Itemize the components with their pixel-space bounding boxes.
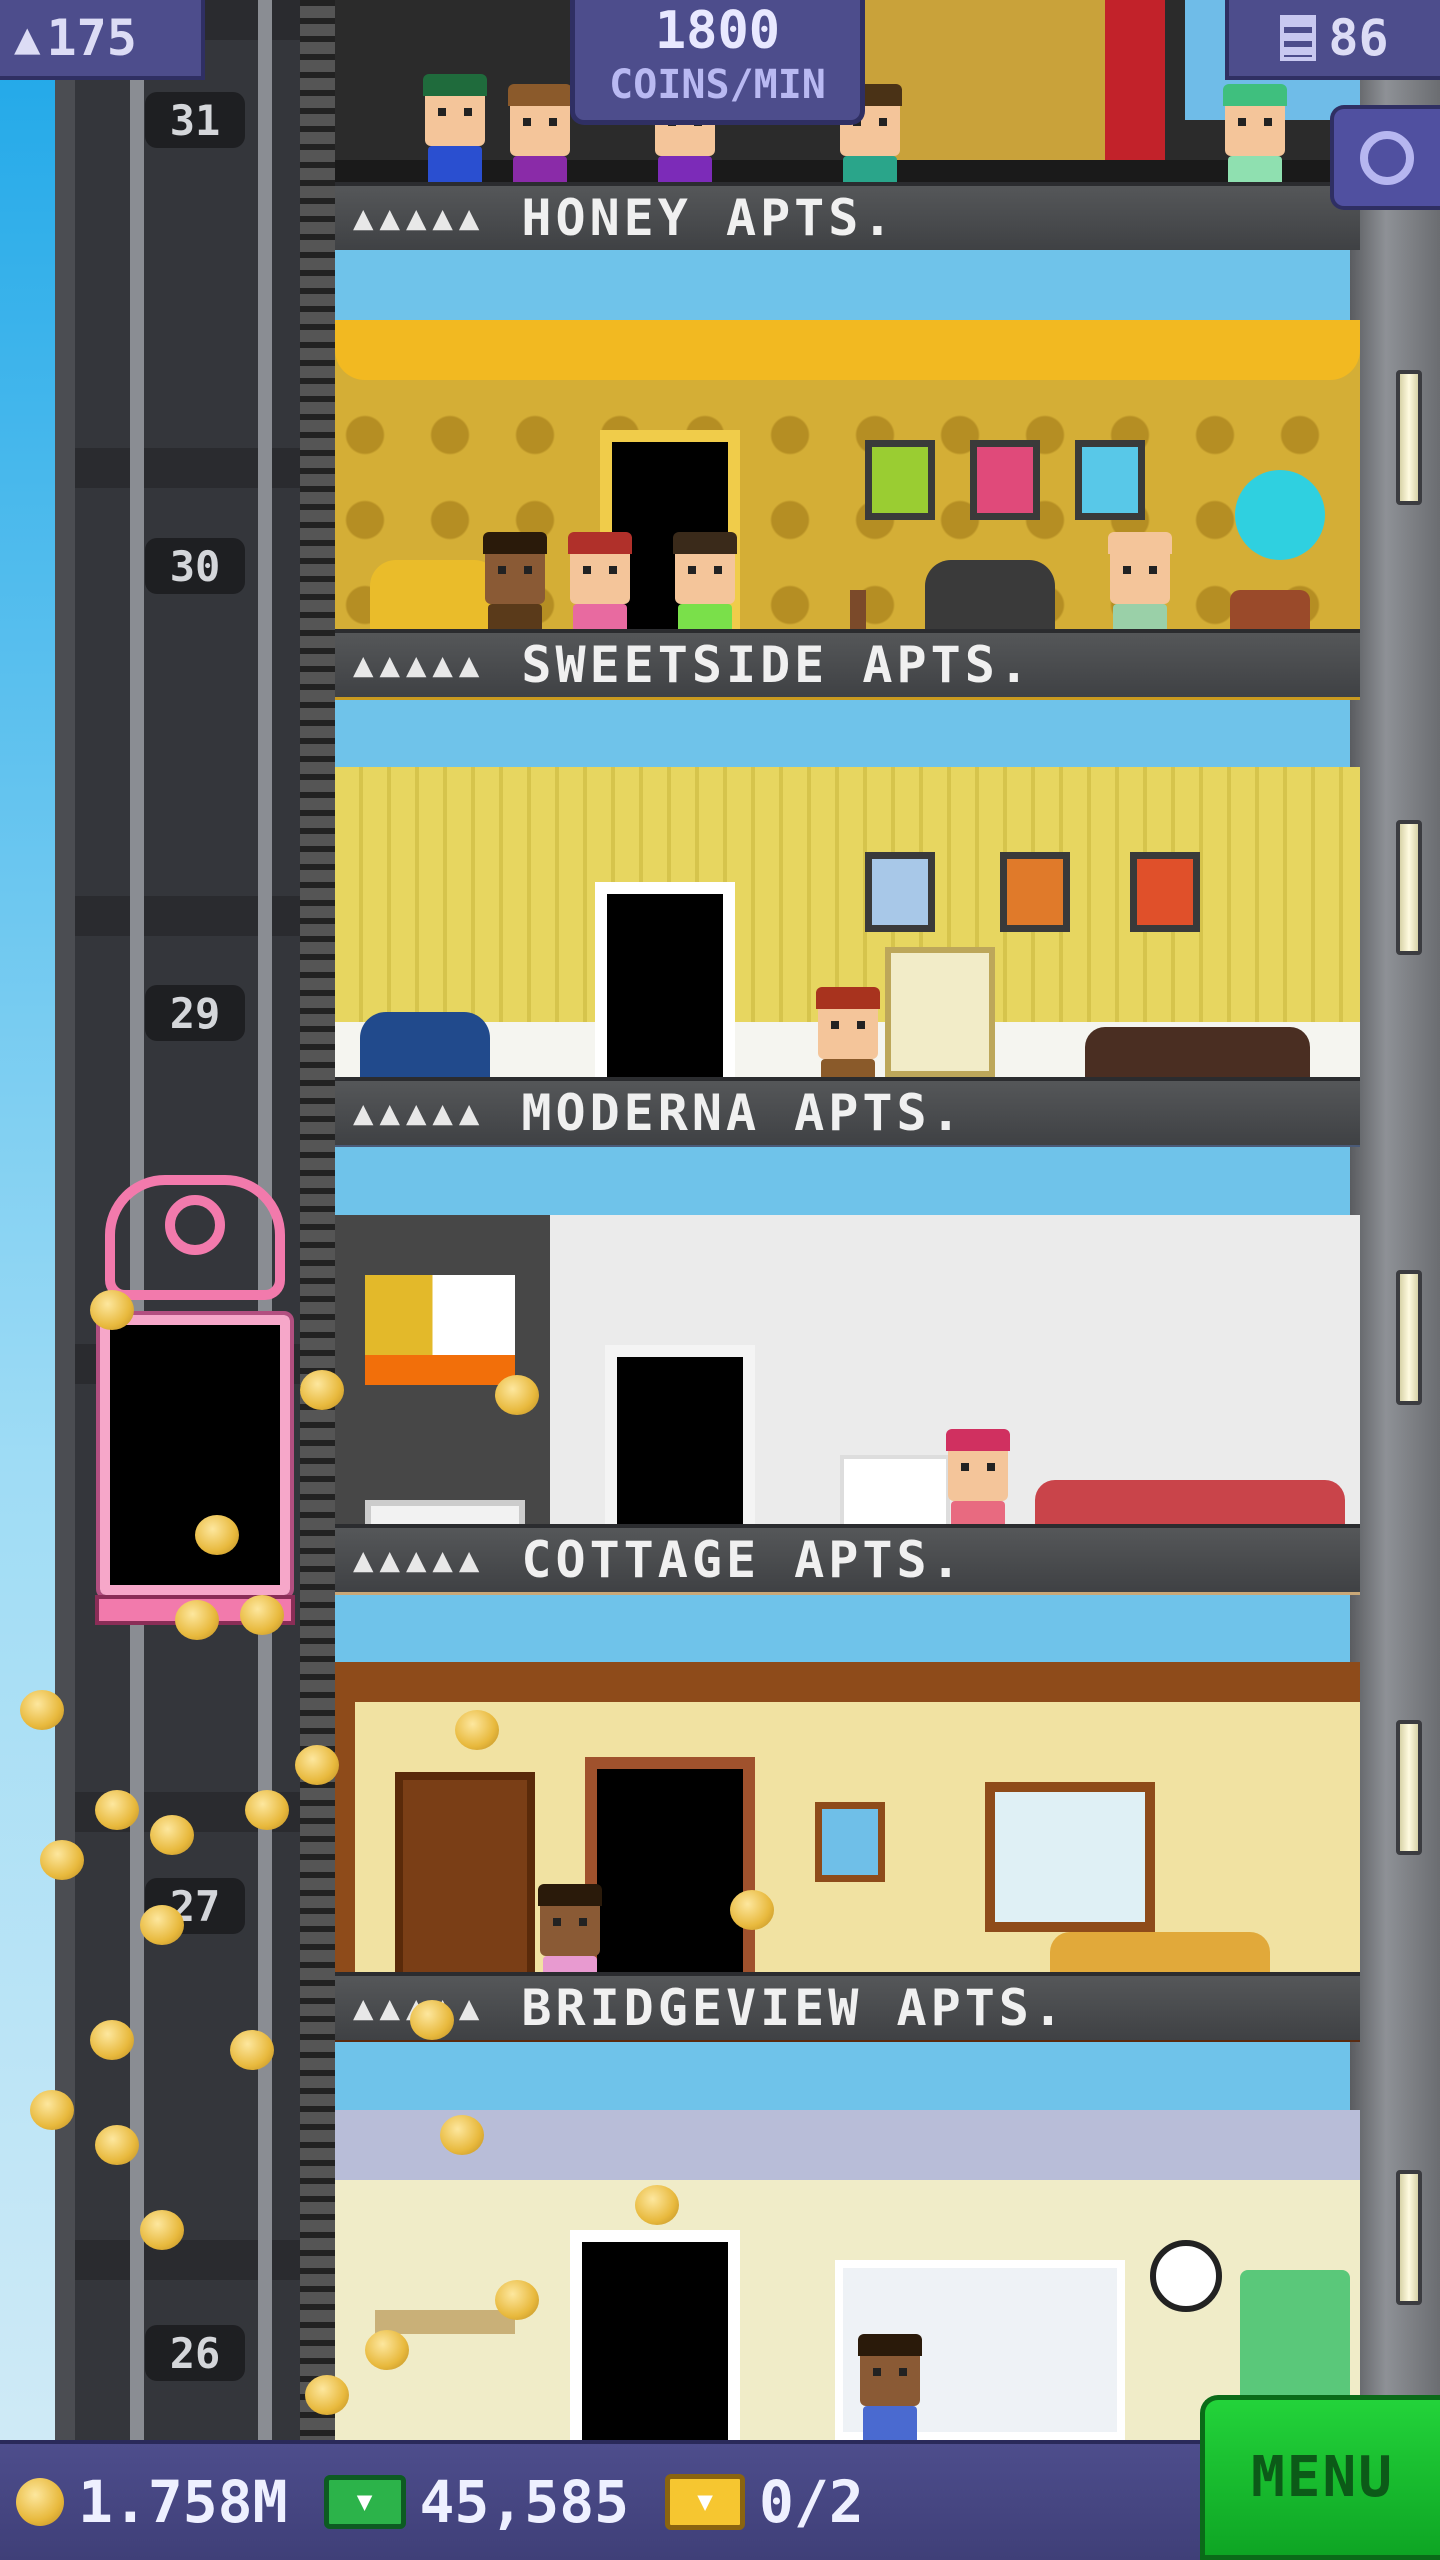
magnifier-icon (1360, 130, 1414, 185)
coins-per-minute: 1800 COINS/MIN (570, 0, 865, 125)
rating-pips: ▲▲▲▲▲ (353, 1093, 486, 1133)
coin (495, 1375, 539, 1415)
coin (410, 2000, 454, 2040)
floor-sign: ▲▲▲▲▲ BRIDGEVIEW APTS. (335, 1972, 1360, 2040)
coin (175, 1600, 219, 1640)
floor-name: COTTAGE APTS. (521, 1531, 965, 1589)
coins-rate-value: 1800 (654, 1, 781, 61)
floor-name: BRIDGEVIEW APTS. (521, 1979, 1067, 2037)
coin (730, 1890, 774, 1930)
wall-lamp (1396, 1270, 1422, 1405)
rating-pips: ▲▲▲▲▲ (353, 198, 486, 238)
wall-lamp (1396, 820, 1422, 955)
population-counter[interactable]: ▲ 175 (0, 0, 205, 80)
honey-drip (335, 320, 1360, 380)
window (985, 1782, 1155, 1932)
coin (300, 1370, 344, 1410)
coin (240, 1595, 284, 1635)
floor-number-30: 30 (145, 538, 245, 594)
shelf (375, 2310, 515, 2334)
bux-balance[interactable]: ▼ 45,585 (323, 2468, 630, 2536)
coin-icon (16, 2478, 64, 2526)
building-right-edge (1350, 0, 1440, 2440)
apartment-door (570, 2230, 740, 2440)
coin (90, 1290, 134, 1330)
coin (95, 2125, 139, 2165)
floor-number-26: 26 (145, 2325, 245, 2381)
clock-icon (1150, 2240, 1222, 2312)
picture-frame (865, 852, 935, 932)
coins-balance[interactable]: 1.758M (16, 2468, 288, 2536)
coin (150, 1815, 194, 1855)
coin (90, 2020, 134, 2060)
floor-sign: ▲▲▲▲▲ MODERNA APTS. (335, 1077, 1360, 1145)
wall-lamp (1396, 2170, 1422, 2305)
computer (885, 947, 995, 1077)
coins-value: 1.758M (78, 2468, 288, 2536)
resident[interactable] (855, 2334, 925, 2440)
coin (455, 1710, 499, 1750)
coin (440, 2115, 484, 2155)
floor-count-value: 86 (1328, 9, 1389, 67)
picture-frame (865, 440, 935, 520)
coin (195, 1515, 239, 1555)
bux-value: 45,585 (419, 2468, 630, 2536)
floor-sign: ▲▲▲▲▲ SWEETSIDE APTS. (335, 629, 1360, 697)
coin (30, 2090, 74, 2130)
search-button[interactable] (1330, 105, 1440, 210)
menu-button[interactable]: MENU (1200, 2395, 1440, 2560)
floor-sign: ▲▲▲▲▲ COTTAGE APTS. (335, 1524, 1360, 1592)
chest-counter[interactable]: ▼ 0/2 (665, 2468, 864, 2536)
flower-pot (1235, 470, 1325, 560)
modern-art (365, 1275, 515, 1385)
picture-frame (1000, 852, 1070, 932)
person-icon: ▲ (14, 12, 41, 64)
coin (40, 1840, 84, 1880)
floor-name: MODERNA APTS. (521, 1084, 965, 1142)
fridge (1240, 2270, 1350, 2410)
coins-rate-unit: COINS/MIN (609, 62, 826, 108)
floor-counter[interactable]: 86 (1225, 0, 1440, 80)
coin (20, 1690, 64, 1730)
population-value: 175 (46, 9, 137, 67)
building-icon (1280, 15, 1317, 61)
coin (365, 2330, 409, 2370)
picture-frame (1130, 852, 1200, 932)
coin (230, 2030, 274, 2070)
floor-name: SWEETSIDE APTS. (521, 636, 1033, 694)
floor-sign: ▲▲▲▲▲ HONEY APTS. (335, 182, 1360, 250)
coin (295, 1745, 339, 1785)
building-column (300, 0, 335, 2440)
bux-icon: ▼ (323, 2475, 406, 2529)
floor-number-31: 31 (145, 92, 245, 148)
floor-number-29: 29 (145, 985, 245, 1041)
picture-frame (970, 440, 1040, 520)
rating-pips: ▲▲▲▲▲ (353, 1540, 486, 1580)
coin (140, 2210, 184, 2250)
coin (635, 2185, 679, 2225)
treasure-chest-icon: ▼ (665, 2474, 746, 2530)
rating-pips: ▲▲▲▲▲ (353, 645, 486, 685)
picture-frame (1075, 440, 1145, 520)
elevator-bow-knot (165, 1195, 225, 1255)
elevator-cab[interactable] (90, 1175, 300, 1635)
floor-name: HONEY APTS. (521, 189, 897, 247)
coin (140, 1905, 184, 1945)
picture-frame (815, 1802, 885, 1882)
elevator-door (96, 1311, 294, 1599)
wall-lamp (1396, 370, 1422, 505)
coin (305, 2375, 349, 2415)
chests-value: 0/2 (759, 2468, 864, 2536)
coin (495, 2280, 539, 2320)
coin (245, 1790, 289, 1830)
ceiling-beam (335, 1662, 1360, 1702)
room-bridgeview (335, 2110, 1360, 2440)
coin (95, 1790, 139, 1830)
bookshelf (395, 1772, 535, 1982)
wall-lamp (1396, 1720, 1422, 1855)
